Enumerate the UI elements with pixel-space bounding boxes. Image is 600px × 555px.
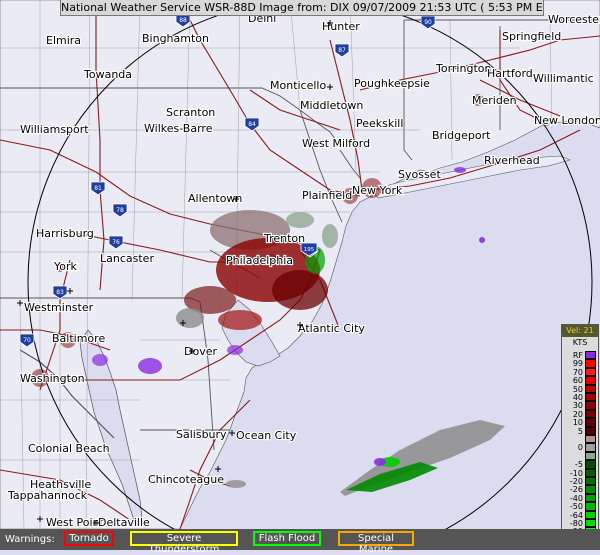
legend-color-swatch <box>585 451 596 461</box>
svg-text:87: 87 <box>338 47 346 54</box>
city-label-elmira: Elmira <box>46 34 81 47</box>
city-label-plainfield: Plainfield <box>302 189 352 202</box>
city-label-salisbury: Salisbury <box>176 428 227 441</box>
city-label-trenton: Trenton <box>263 232 305 245</box>
city-label-peekskill: Peekskill <box>356 117 403 130</box>
city-label-philadelphia: Philadelphia <box>226 254 293 267</box>
warnings-bar: Warnings: Tornado Severe Thunderstorm Fl… <box>0 529 600 555</box>
city-label-atlantic-city: Atlantic City <box>298 322 365 335</box>
legend-color-swatch <box>585 401 596 410</box>
legend-color-swatch <box>585 477 596 486</box>
svg-text:84: 84 <box>248 121 256 128</box>
city-label-willimantic: Willimantic <box>533 72 594 85</box>
legend-color-swatch <box>585 435 596 444</box>
city-label-harrisburg: Harrisburg <box>36 227 94 240</box>
city-label-middletown: Middletown <box>300 99 363 112</box>
city-label-ocean-city: Ocean City <box>236 429 297 442</box>
city-label-worcester: Worcester <box>548 13 600 26</box>
legend-color-swatch <box>585 502 596 511</box>
city-label-colonial-beach: Colonial Beach <box>28 442 110 455</box>
svg-text:88: 88 <box>179 17 187 24</box>
city-label-washington: Washington <box>20 372 85 385</box>
warnings-label: Warnings: <box>5 534 55 545</box>
city-label-new-york: New York <box>352 184 403 197</box>
city-label-riverhead: Riverhead <box>484 154 540 167</box>
legend-color-swatch <box>585 367 596 377</box>
city-label-scranton: Scranton <box>166 106 215 119</box>
legend-color-swatch <box>585 359 596 368</box>
legend-color-swatch <box>585 351 596 360</box>
warning-special-marine: Special Marine <box>338 531 414 555</box>
radar-map: 88 90 87 84 81 78 76 83 70 95 195 Elmira… <box>0 0 600 550</box>
city-label-binghamton: Binghamton <box>142 32 209 45</box>
legend-color-swatch <box>585 376 596 385</box>
legend-color-swatch <box>585 443 596 452</box>
city-label-hartford: Hartford <box>487 67 533 80</box>
city-label-springfield: Springfield <box>502 30 561 43</box>
legend-color-swatch <box>585 493 596 503</box>
warning-severe-thunderstorm: Severe Thunderstorm <box>130 531 238 555</box>
city-label-tappahannock: Tappahannock <box>7 489 88 502</box>
city-label-york: York <box>53 260 78 273</box>
city-label-wilkes-barre: Wilkes-Barre <box>144 122 213 135</box>
legend-color-swatch <box>585 510 596 519</box>
city-label-monticello: Monticello <box>270 79 326 92</box>
velocity-legend: Vel: 21 KTS RF 99 70 60 50 40 30 20 10 5 0 -5 -10 -20… <box>561 324 599 545</box>
legend-color-swatch <box>585 384 596 393</box>
legend-color-swatch <box>585 485 596 494</box>
city-label-meriden: Meriden <box>472 94 517 107</box>
city-label-torrington: Torrington <box>435 62 491 75</box>
svg-text:78: 78 <box>116 207 124 214</box>
legend-color-swatch <box>585 426 596 435</box>
city-label-baltimore: Baltimore <box>52 332 105 345</box>
svg-text:70: 70 <box>23 337 31 344</box>
svg-text:90: 90 <box>424 19 432 26</box>
legend-color-swatch <box>585 468 596 477</box>
svg-text:83: 83 <box>56 289 64 296</box>
city-label-deltaville: Deltaville <box>98 516 150 529</box>
legend-units: KTS <box>572 338 588 347</box>
legend-color-swatch <box>585 418 596 427</box>
city-label-syosset: Syosset <box>398 168 441 181</box>
legend-title: Vel: 21 <box>562 325 598 337</box>
city-label-westminster: Westminster <box>24 301 94 314</box>
city-label-bridgeport: Bridgeport <box>432 129 491 142</box>
city-label-williamsport: Williamsport <box>20 123 89 136</box>
image-title: National Weather Service WSR-88D Image f… <box>60 0 544 16</box>
city-label-new-london: New London <box>534 114 600 127</box>
city-label-chincoteague: Chincoteague <box>148 473 224 486</box>
warning-tornado: Tornado <box>64 531 114 546</box>
city-label-poughkeepsie: Poughkeepsie <box>354 77 430 90</box>
city-label-hunter: Hunter <box>322 20 360 33</box>
svg-text:76: 76 <box>112 239 120 246</box>
warning-flash-flood: Flash Flood <box>253 531 321 546</box>
city-label-lancaster: Lancaster <box>100 252 154 265</box>
svg-text:195: 195 <box>304 247 315 253</box>
svg-text:81: 81 <box>94 185 102 192</box>
legend-color-swatch <box>585 460 596 469</box>
legend-color-swatch <box>585 409 596 419</box>
city-label-west-milford: West Milford <box>302 137 370 150</box>
radar-map-view: 88 90 87 84 81 78 76 83 70 95 195 Elmira… <box>0 0 600 555</box>
legend-color-swatch <box>585 393 596 402</box>
legend-color-swatch <box>585 519 596 528</box>
city-label-towanda: Towanda <box>83 68 132 81</box>
